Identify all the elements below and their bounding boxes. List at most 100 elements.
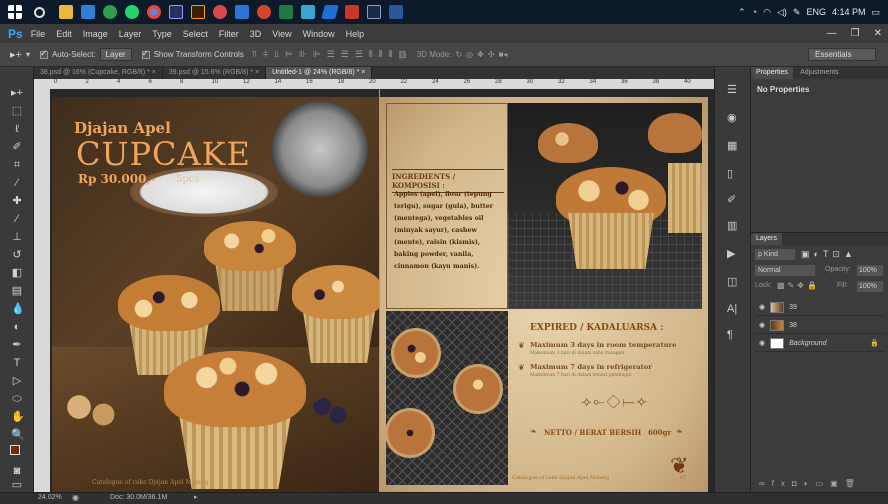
wifi-icon[interactable]: ◠ (763, 7, 771, 18)
lock-icon[interactable]: 🔒 (870, 339, 879, 347)
brush-panel-icon[interactable]: ▯ (727, 167, 733, 180)
marquee-tool-icon[interactable]: ⬚ (11, 105, 23, 117)
type-tool-icon[interactable]: T (11, 357, 23, 369)
show-transform-checkbox[interactable] (141, 48, 150, 59)
align-bottom-icon[interactable]: ⫫ (274, 49, 279, 60)
distribute-top-icon[interactable]: ☰ (327, 49, 335, 60)
distribute-left-icon[interactable]: ⫴ (369, 49, 373, 60)
align-vcenter-icon[interactable]: ⫩ (263, 49, 268, 60)
eyedropper-tool-icon[interactable]: ⁄ (11, 177, 23, 189)
menu-3d[interactable]: 3D (250, 29, 262, 39)
channels-icon[interactable]: ◫ (727, 275, 737, 288)
layer-row[interactable]: ◉ 39 (755, 299, 885, 316)
dodge-tool-icon[interactable]: ◐ (11, 321, 23, 333)
layer-filter-icons[interactable]: ▣◐T⊡▲ (801, 249, 857, 260)
align-hcenter-icon[interactable]: ⊪ (299, 49, 307, 60)
close-icon[interactable]: × (361, 69, 365, 76)
close-icon[interactable]: ✕ (874, 28, 882, 39)
menu-image[interactable]: Image (83, 29, 108, 39)
status-menu-icon[interactable]: ▸ (194, 493, 198, 501)
chevron-up-icon[interactable]: ⌃ (738, 7, 746, 18)
timeline-icon[interactable]: ▶ (727, 247, 735, 260)
notification-icon[interactable]: ▭ (871, 7, 880, 18)
app-icon-2[interactable] (301, 5, 315, 19)
menu-help[interactable]: Help (346, 29, 365, 39)
hand-tool-icon[interactable]: ✋ (11, 411, 25, 423)
minimize-icon[interactable]: — (827, 28, 837, 39)
screen-mode-icon[interactable]: ▭ (11, 479, 23, 491)
quick-mask-icon[interactable]: ◙ (11, 465, 23, 477)
menu-select[interactable]: Select (183, 29, 208, 39)
eye-icon[interactable]: ◉ (759, 303, 765, 311)
crop-tool-icon[interactable]: ⌗ (11, 159, 23, 171)
align-right-icon[interactable]: ⊫ (313, 49, 321, 60)
close-icon[interactable]: × (255, 69, 259, 76)
canvas-area[interactable]: Djajan Apel CUPCAKE Rp 30.000,- 5pcs Cat… (50, 89, 714, 492)
photos-icon[interactable] (213, 5, 227, 19)
menu-type[interactable]: Type (152, 29, 172, 39)
workspace-dropdown[interactable]: Essentials (808, 48, 876, 61)
blend-mode-dropdown[interactable]: Normal (755, 265, 815, 276)
menu-filter[interactable]: Filter (219, 29, 239, 39)
distribute-hcenter-icon[interactable]: ⫴ (379, 49, 383, 60)
3d-rotate-icon[interactable]: ↻ (455, 50, 462, 59)
gradient-tool-icon[interactable]: ▤ (11, 285, 23, 297)
app-icon[interactable] (235, 5, 249, 19)
fill-input[interactable]: 100% (857, 281, 883, 292)
eye-icon[interactable]: ◉ (759, 339, 765, 347)
distribute-right-icon[interactable]: ⫴ (388, 49, 392, 60)
edit-icon[interactable] (321, 5, 339, 19)
opacity-input[interactable]: 100% (857, 265, 883, 276)
clone-source-icon[interactable]: ▥ (727, 219, 737, 232)
pen-tool-icon[interactable]: ✒ (11, 339, 23, 351)
distribute-bottom-icon[interactable]: ☰ (355, 49, 363, 60)
auto-select-checkbox[interactable] (39, 48, 48, 59)
layer-filter-dropdown[interactable]: ρ Kind (755, 249, 795, 260)
shape-tool-icon[interactable]: ⬭ (11, 393, 23, 405)
tool-preset-chevron-icon[interactable]: ▾ (26, 50, 30, 59)
menu-window[interactable]: Window (303, 29, 335, 39)
app-icon-3[interactable] (345, 5, 359, 19)
clone-stamp-tool-icon[interactable]: ⊥ (11, 231, 23, 243)
character-panel-icon[interactable]: A| (727, 303, 737, 315)
paragraph-panel-icon[interactable]: ¶ (727, 329, 733, 341)
chrome-icon-2[interactable] (147, 5, 161, 19)
tab-adjustments[interactable]: Adjustments (795, 67, 844, 79)
layer-row[interactable]: ◉ Background 🔒 (755, 335, 885, 352)
pen-icon[interactable]: ✎ (793, 7, 801, 18)
healing-brush-tool-icon[interactable]: ✚ (11, 195, 23, 207)
lock-icons[interactable]: ▩✎✥🔒 (777, 281, 820, 290)
info-icon[interactable]: ◉ (72, 493, 79, 502)
doc-tab-39[interactable]: 39.psd @ 15.6% (RGB/8) * × (163, 67, 267, 79)
quick-select-tool-icon[interactable]: ✐ (11, 141, 23, 153)
auto-select-dropdown[interactable]: Layer (99, 48, 132, 61)
layer-actions-icons[interactable]: ∞fx◘◐▭▣🗑 (759, 479, 862, 488)
layer-row[interactable]: ◉ 38 (755, 317, 885, 334)
app-icon-4[interactable] (367, 5, 381, 19)
illustrator-icon[interactable] (191, 5, 205, 19)
align-top-icon[interactable]: ⫪ (252, 49, 257, 60)
file-explorer-icon[interactable] (59, 5, 73, 19)
windows-icon[interactable] (8, 5, 22, 19)
3d-scale-icon[interactable]: ■◂ (499, 50, 508, 59)
brush-presets-icon[interactable]: ✐ (727, 193, 736, 206)
swatches-panel-icon[interactable]: ▦ (727, 139, 737, 152)
brush-tool-icon[interactable]: ∕ (11, 213, 23, 225)
history-brush-tool-icon[interactable]: ↺ (11, 249, 23, 261)
menu-layer[interactable]: Layer (119, 29, 142, 39)
zoom-tool-icon[interactable]: 🔍 (11, 429, 25, 441)
move-tool-icon[interactable]: ▸+ (10, 48, 22, 61)
blur-tool-icon[interactable]: 💧 (11, 303, 25, 315)
tab-layers[interactable]: Layers (751, 233, 783, 245)
restore-icon[interactable]: ❐ (851, 28, 860, 39)
excel-icon[interactable] (279, 5, 293, 19)
eraser-tool-icon[interactable]: ◧ (11, 267, 23, 279)
volume-icon[interactable]: ◁) (777, 7, 787, 18)
guide-line[interactable] (379, 89, 380, 492)
doc-tab-38[interactable]: 38.psd @ 16% (Cupcake, RGB/8) * × (34, 67, 163, 79)
media-icon[interactable] (257, 5, 271, 19)
search-icon[interactable] (34, 6, 45, 18)
whatsapp-icon[interactable] (125, 5, 139, 19)
tab-properties[interactable]: Properties (751, 67, 793, 79)
move-tool-icon[interactable]: ▸+ (11, 87, 23, 99)
